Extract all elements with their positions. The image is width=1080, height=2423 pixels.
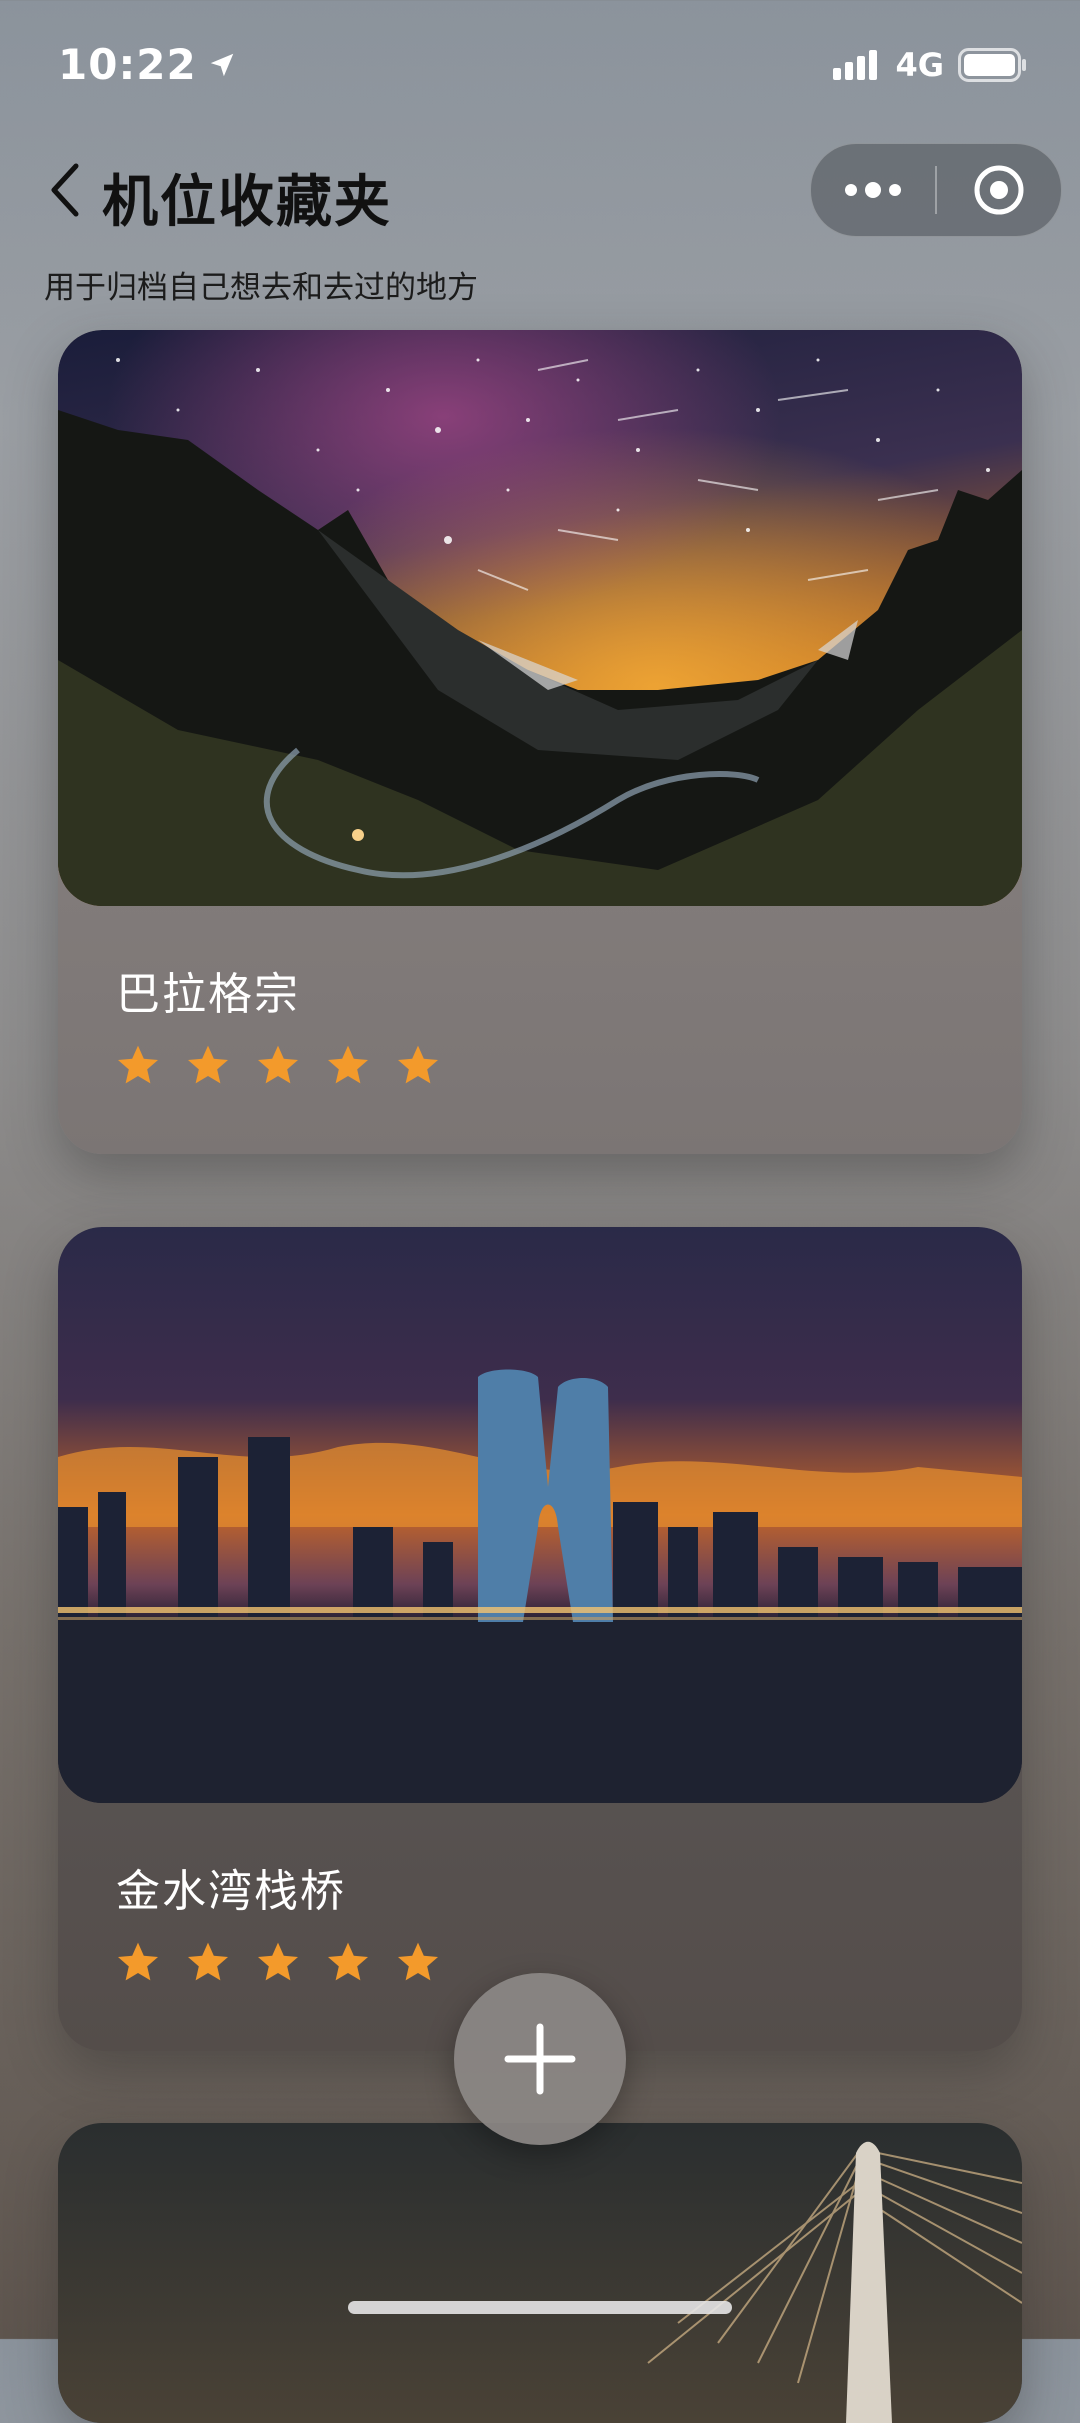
star-rating (114, 1042, 442, 1090)
city-skyline-sunset-photo (58, 1227, 1022, 1803)
more-dots-icon (845, 182, 901, 198)
nav-header: 机位收藏夹 (0, 135, 1080, 245)
target-icon (974, 165, 1024, 215)
status-time: 10:22 (58, 40, 237, 89)
place-name: 金水湾栈桥 (116, 1866, 346, 1917)
star-icon (118, 1942, 158, 1981)
place-name: 巴拉格宗 (116, 969, 300, 1020)
star-icon (328, 1942, 368, 1981)
plus-icon (504, 2023, 576, 2095)
more-button[interactable] (811, 144, 935, 236)
star-icon (328, 1045, 368, 1084)
star-icon (188, 1942, 228, 1981)
page-title: 机位收藏夹 (102, 170, 392, 235)
battery-icon (958, 48, 1026, 82)
cable-bridge-night-photo (58, 2123, 1022, 2423)
starry-mountain-photo (58, 330, 1022, 906)
star-icon (258, 1942, 298, 1981)
place-card[interactable] (58, 2123, 1022, 2423)
star-icon (188, 1045, 228, 1084)
star-icon (258, 1045, 298, 1084)
mini-program-capsule (810, 143, 1062, 237)
page-subtitle: 用于归档自己想去和去过的地方 (44, 270, 478, 306)
location-arrow-icon (210, 53, 233, 76)
home-indicator[interactable] (348, 2301, 732, 2314)
star-icon (118, 1045, 158, 1084)
status-indicators: 4G (833, 46, 1028, 84)
status-bar: 10:22 4G (0, 0, 1080, 130)
star-icon (398, 1942, 438, 1981)
back-button[interactable] (40, 155, 90, 225)
star-rating (114, 1939, 442, 1987)
star-icon (398, 1045, 438, 1084)
close-mini-program-button[interactable] (937, 144, 1061, 236)
place-card[interactable]: 巴拉格宗 (58, 330, 1022, 1154)
chevron-left-icon (51, 163, 79, 217)
time-text: 10:22 (58, 40, 197, 89)
place-card[interactable]: 金水湾栈桥 (58, 1227, 1022, 2051)
network-type: 4G (895, 46, 944, 84)
signal-icon (833, 50, 878, 80)
add-place-button[interactable] (454, 1973, 626, 2145)
